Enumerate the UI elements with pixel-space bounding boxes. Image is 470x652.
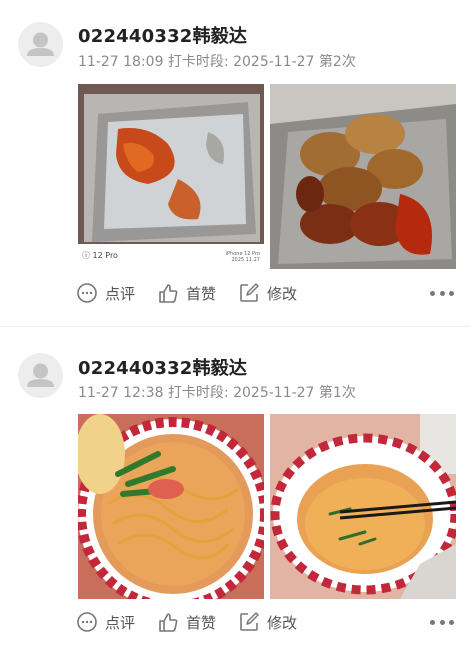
user-avatar[interactable] [18, 353, 63, 398]
thumbs-up-icon [159, 284, 178, 303]
photo-grid: ⓘ 12 Pro iPhone 12 Pro 2025.11.27 [78, 84, 456, 269]
photo-soup-bowl[interactable] [270, 414, 456, 599]
photo-caption-left: ⓘ 12 Pro [82, 251, 118, 260]
edit-pencil-icon [240, 283, 259, 302]
edit-button[interactable]: 修改 [238, 282, 297, 304]
post-meta: 11-27 12:38 打卡时段: 2025-11-27 第1次 [78, 382, 356, 402]
photo-grid [78, 414, 456, 599]
thumbs-up-icon [159, 613, 178, 632]
checkin-period: 打卡时段: 2025-11-27 第2次 [167, 54, 356, 70]
user-name[interactable]: 022440332韩毅达 [78, 22, 247, 48]
more-dots-icon[interactable] [430, 283, 454, 303]
photo-caption-right: iPhone 12 Pro 2025.11.27 [225, 251, 260, 263]
like-button[interactable]: 首赞 [157, 282, 216, 304]
like-label: 首赞 [186, 613, 217, 632]
comment-button[interactable]: 点评 [76, 611, 135, 633]
default-avatar-icon [27, 32, 54, 56]
comment-button[interactable]: 点评 [76, 282, 135, 304]
default-avatar-icon [27, 363, 54, 387]
user-avatar[interactable] [18, 22, 63, 67]
photo-fried-chicken[interactable] [270, 84, 456, 269]
post-time: 11-27 12:38 [78, 385, 164, 401]
post-time: 11-27 18:09 [78, 54, 164, 70]
comment-label: 点评 [105, 284, 136, 303]
post-meta: 11-27 18:09 打卡时段: 2025-11-27 第2次 [78, 51, 356, 71]
photo-noodle-bowl[interactable] [78, 414, 264, 599]
more-dots-icon[interactable] [430, 612, 454, 632]
chat-bubble-icon [77, 283, 97, 303]
edit-pencil-icon [240, 612, 259, 631]
like-label: 首赞 [186, 284, 217, 303]
edit-button[interactable]: 修改 [238, 611, 297, 633]
photo-empty-container[interactable]: ⓘ 12 Pro iPhone 12 Pro 2025.11.27 [78, 84, 264, 269]
edit-label: 修改 [267, 613, 298, 632]
user-name[interactable]: 022440332韩毅达 [78, 354, 247, 380]
post-actions: 点评 首赞 修改 [76, 608, 454, 636]
edit-label: 修改 [267, 284, 298, 303]
chat-bubble-icon [77, 612, 97, 632]
like-button[interactable]: 首赞 [157, 611, 216, 633]
post-card-2: 022440332韩毅达 11-27 12:38 打卡时段: 2025-11-2… [0, 326, 470, 652]
post-card-1: 022440332韩毅达 11-27 18:09 打卡时段: 2025-11-2… [0, 0, 470, 326]
checkin-period: 打卡时段: 2025-11-27 第1次 [167, 385, 356, 401]
post-actions: 点评 首赞 修改 [76, 279, 454, 307]
comment-label: 点评 [105, 613, 136, 632]
